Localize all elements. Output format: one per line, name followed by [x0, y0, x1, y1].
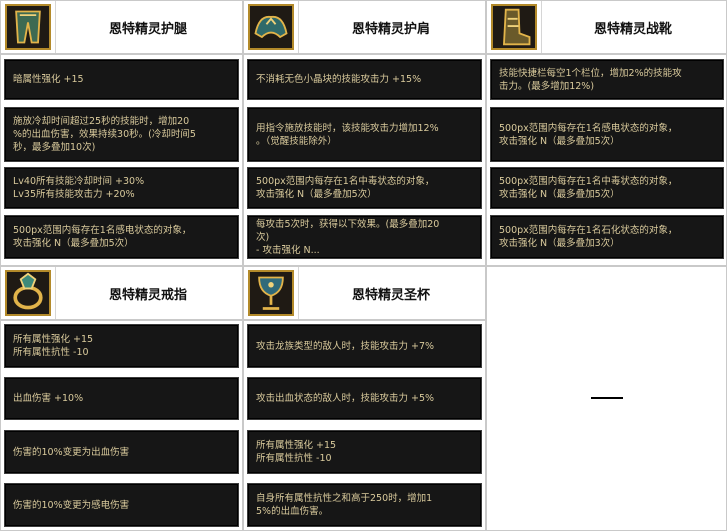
effect-box: 500px范围内每存在1名中毒状态的对象， 攻击强化 N（最多叠加5次） — [490, 167, 724, 209]
effect-box: 自身所有属性抗性之和高于250时，增加1 5%的出血伤害。 — [247, 483, 482, 527]
item-header-leggings: 恩特精灵护腿 — [0, 0, 243, 54]
leggings-icon — [5, 4, 51, 50]
effect-box: 每攻击5次时，获得以下效果。(最多叠加20 次) - 攻击强化 N... — [247, 215, 482, 259]
item-title: 恩特精灵戒指 — [55, 267, 240, 319]
shoulder-armor-icon — [248, 4, 294, 50]
effect-box: 伤害的10%变更为出血伤害 — [4, 430, 239, 474]
chalice-icon — [248, 270, 294, 316]
effect-box: 用指令施放技能时，该技能攻击力增加12% 。（觉醒技能除外） — [247, 107, 482, 162]
item-header-boots: 恩特精灵战靴 — [486, 0, 727, 54]
effect-box: 出血伤害 +10% — [4, 377, 239, 420]
item-title: 恩特精灵战靴 — [541, 1, 724, 53]
effect-box: 不消耗无色小晶块的技能攻击力 +15% — [247, 59, 482, 100]
empty-dash — [591, 397, 623, 399]
ring-icon — [5, 270, 51, 316]
item-title: 恩特精灵护肩 — [298, 1, 483, 53]
item-title: 恩特精灵护腿 — [55, 1, 240, 53]
equipment-set-table: 恩特精灵护腿 暗属性强化 +15 施放冷却时间超过25秒的技能时，增加20 %的… — [0, 0, 727, 531]
effects-cell: 所有属性强化 +15 所有属性抗性 -10 出血伤害 +10% 伤害的10%变更… — [0, 320, 243, 531]
effect-box: 500px范围内每存在1名感电状态的对象， 攻击强化 N（最多叠加5次） — [490, 107, 724, 162]
effects-cell: 不消耗无色小晶块的技能攻击力 +15% 用指令施放技能时，该技能攻击力增加12%… — [243, 54, 486, 266]
boots-icon — [491, 4, 537, 50]
effects-cell: 攻击龙族类型的敌人时，技能攻击力 +7% 攻击出血状态的敌人时，技能攻击力 +5… — [243, 320, 486, 531]
effect-box: 技能快捷栏每空1个栏位，增加2%的技能攻 击力。(最多增加12%) — [490, 59, 724, 100]
effect-box: 500px范围内每存在1名石化状态的对象， 攻击强化 N（最多叠加3次） — [490, 215, 724, 259]
effect-box: 暗属性强化 +15 — [4, 59, 239, 100]
effect-box: 所有属性强化 +15 所有属性抗性 -10 — [4, 324, 239, 368]
effects-cell: 暗属性强化 +15 施放冷却时间超过25秒的技能时，增加20 %的出血伤害，效果… — [0, 54, 243, 266]
effect-box: 500px范围内每存在1名中毒状态的对象， 攻击强化 N（最多叠加5次） — [247, 167, 482, 209]
item-header-ring: 恩特精灵戒指 — [0, 266, 243, 320]
effect-box: 所有属性强化 +15 所有属性抗性 -10 — [247, 430, 482, 474]
effect-box: 伤害的10%变更为感电伤害 — [4, 483, 239, 527]
item-header-shoulder: 恩特精灵护肩 — [243, 0, 486, 54]
item-title: 恩特精灵圣杯 — [298, 267, 483, 319]
effect-box: 攻击龙族类型的敌人时，技能攻击力 +7% — [247, 324, 482, 368]
effect-box: 攻击出血状态的敌人时，技能攻击力 +5% — [247, 377, 482, 420]
effect-box: Lv40所有技能冷却时间 +30% Lv35所有技能攻击力 +20% — [4, 167, 239, 209]
effect-box: 施放冷却时间超过25秒的技能时，增加20 %的出血伤害，效果持续30秒。(冷却时… — [4, 107, 239, 162]
effects-cell: 技能快捷栏每空1个栏位，增加2%的技能攻 击力。(最多增加12%) 500px范… — [486, 54, 727, 266]
effect-box: 500px范围内每存在1名感电状态的对象， 攻击强化 N（最多叠加5次） — [4, 215, 239, 259]
item-header-chalice: 恩特精灵圣杯 — [243, 266, 486, 320]
